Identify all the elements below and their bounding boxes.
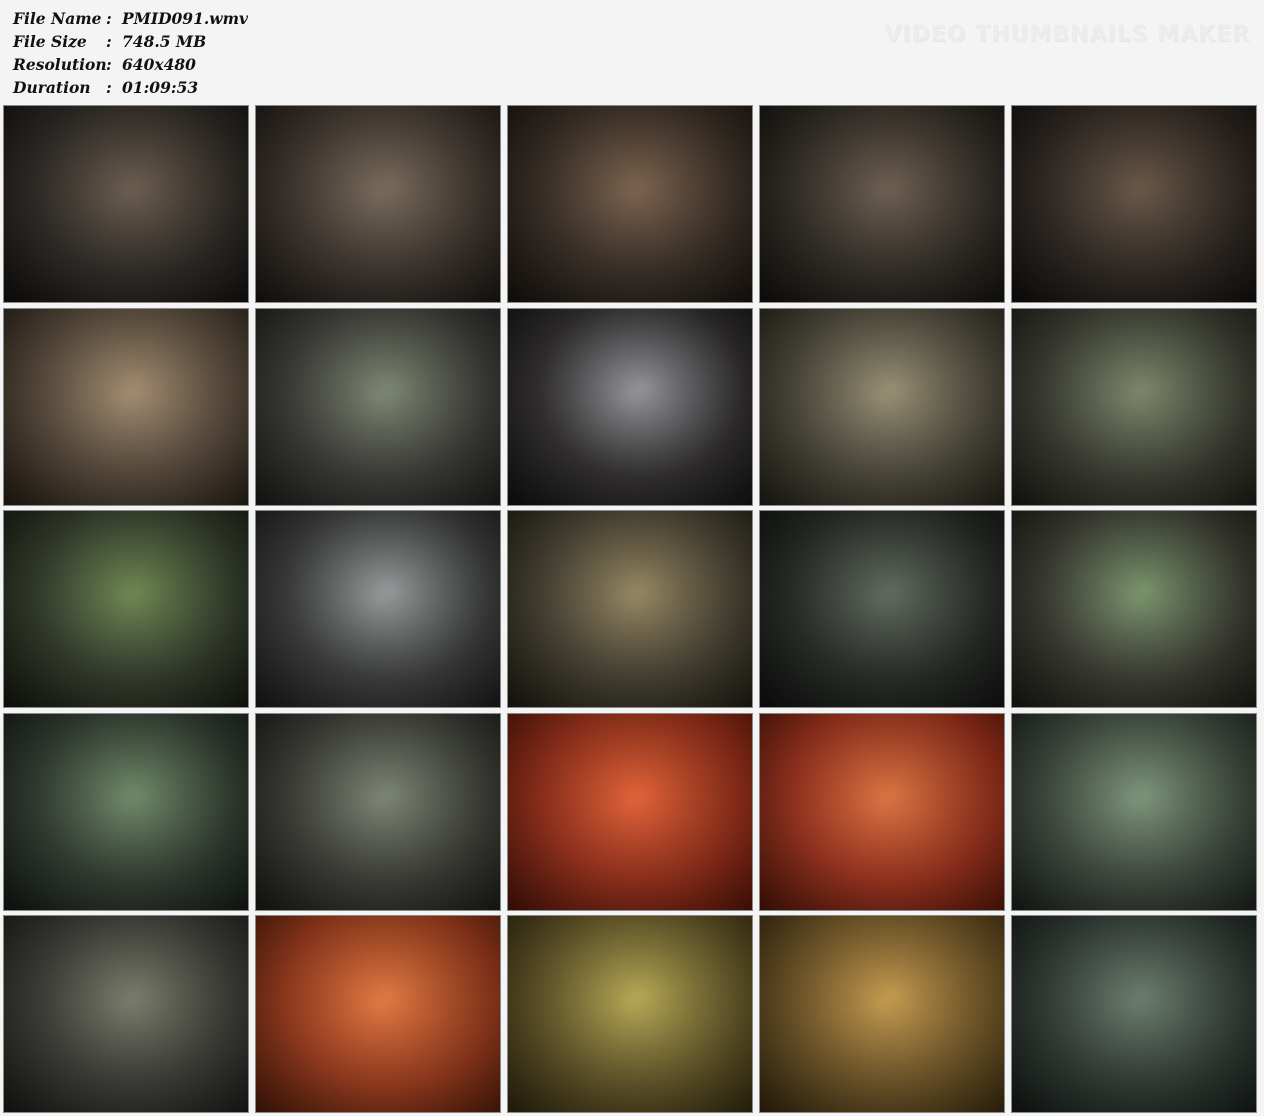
thumbnail-shade	[1012, 309, 1256, 505]
video-thumbnail	[759, 915, 1005, 1113]
thumbnail-shade	[760, 106, 1004, 302]
thumbnail-shade	[508, 714, 752, 910]
video-thumbnail	[759, 510, 1005, 708]
thumbnail-shade	[256, 714, 500, 910]
video-thumbnail	[1011, 915, 1257, 1113]
thumbnail-shade	[4, 511, 248, 707]
video-thumbnail	[255, 510, 501, 708]
thumbnail-shade	[256, 309, 500, 505]
thumbnail-shade	[760, 714, 1004, 910]
thumbnail-grid	[3, 105, 1261, 1113]
video-thumbnail	[255, 713, 501, 911]
video-thumbnail	[3, 915, 249, 1113]
file-name-row: File Name : PMID091.wmv	[13, 7, 248, 30]
thumbnail-shade	[760, 511, 1004, 707]
video-thumbnail	[3, 713, 249, 911]
file-size-label: File Size	[13, 32, 87, 51]
video-thumbnail	[507, 915, 753, 1113]
duration-row: Duration : 01:09:53	[13, 76, 248, 99]
video-thumbnail	[255, 308, 501, 506]
thumbnail-shade	[4, 916, 248, 1112]
video-thumbnail	[507, 510, 753, 708]
watermark: VIDEO THUMBNAILS MAKER	[884, 22, 1250, 47]
thumbnail-shade	[760, 309, 1004, 505]
video-thumbnail	[507, 308, 753, 506]
video-thumbnail	[759, 105, 1005, 303]
video-thumbnail	[3, 105, 249, 303]
thumbnail-shade	[508, 309, 752, 505]
thumbnail-shade	[1012, 511, 1256, 707]
separator: :	[106, 78, 112, 97]
file-info-panel: File Name : PMID091.wmv File Size : 748.…	[13, 7, 248, 99]
video-thumbnail	[1011, 510, 1257, 708]
duration-label: Duration	[13, 78, 91, 97]
thumbnail-shade	[1012, 714, 1256, 910]
resolution-label: Resolution	[13, 55, 107, 74]
video-thumbnail	[1011, 105, 1257, 303]
video-thumbnail	[255, 915, 501, 1113]
video-thumbnail	[759, 713, 1005, 911]
separator: :	[106, 55, 112, 74]
thumbnail-shade	[256, 916, 500, 1112]
thumbnail-shade	[508, 106, 752, 302]
thumbnail-shade	[4, 106, 248, 302]
separator: :	[106, 9, 112, 28]
duration-value: 01:09:53	[122, 78, 199, 97]
thumbnail-shade	[4, 309, 248, 505]
file-name-value: PMID091.wmv	[122, 9, 249, 28]
thumbnail-shade	[1012, 106, 1256, 302]
resolution-value: 640x480	[122, 55, 196, 74]
thumbnail-shade	[256, 511, 500, 707]
video-thumbnail	[1011, 713, 1257, 911]
thumbnail-shade	[4, 714, 248, 910]
video-thumbnail	[507, 105, 753, 303]
video-thumbnail	[255, 105, 501, 303]
video-thumbnail	[759, 308, 1005, 506]
thumbnail-shade	[508, 916, 752, 1112]
thumbnail-shade	[256, 106, 500, 302]
video-thumbnail	[507, 713, 753, 911]
thumbnail-shade	[760, 916, 1004, 1112]
file-size-row: File Size : 748.5 MB	[13, 30, 248, 53]
separator: :	[106, 32, 112, 51]
video-thumbnail	[1011, 308, 1257, 506]
file-name-label: File Name	[13, 9, 102, 28]
video-thumbnail	[3, 510, 249, 708]
thumbnail-shade	[1012, 916, 1256, 1112]
thumbnail-shade	[508, 511, 752, 707]
video-thumbnail	[3, 308, 249, 506]
file-size-value: 748.5 MB	[122, 32, 207, 51]
resolution-row: Resolution : 640x480	[13, 53, 248, 76]
